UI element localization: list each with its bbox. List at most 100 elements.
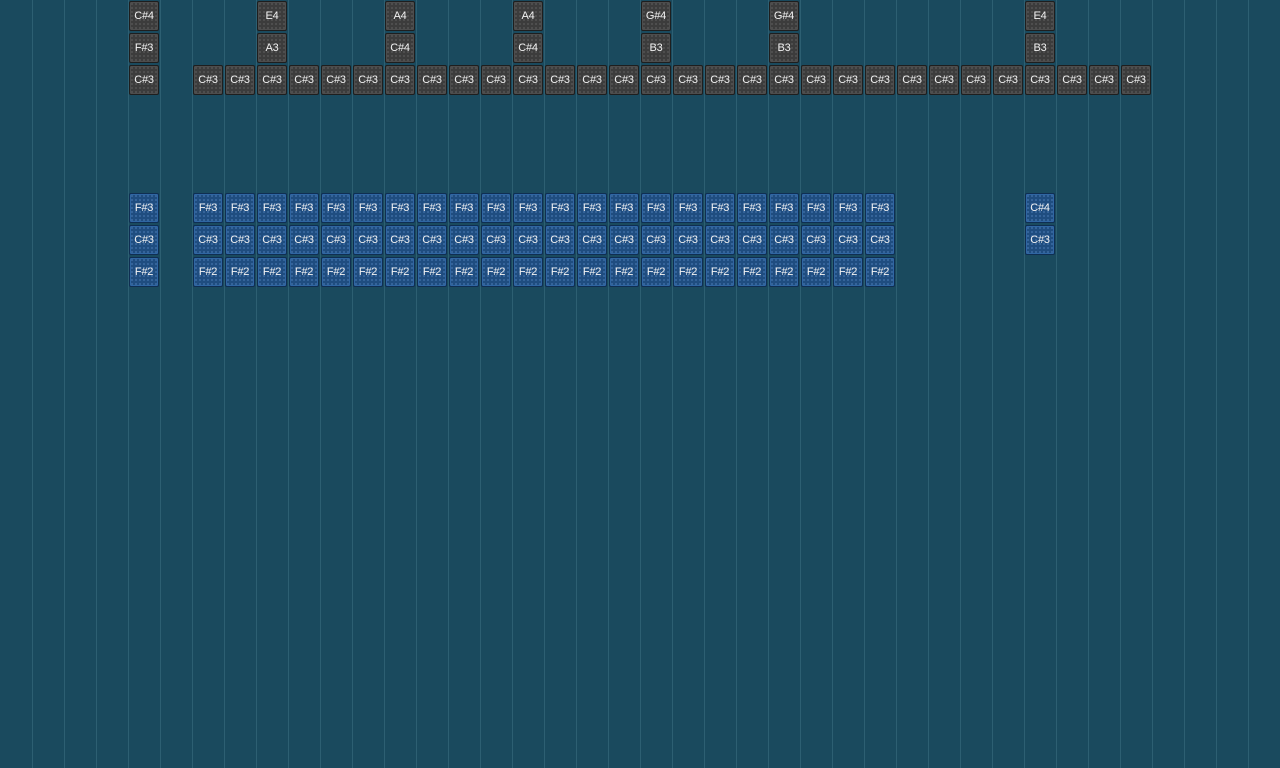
blue-note-block[interactable]: C#3: [225, 225, 255, 255]
blue-note-block[interactable]: C#3: [545, 225, 575, 255]
blue-note-block[interactable]: F#2: [225, 257, 255, 287]
blue-note-block[interactable]: C#3: [481, 225, 511, 255]
gray-note-block[interactable]: C#3: [673, 65, 703, 95]
blue-note-block[interactable]: F#2: [577, 257, 607, 287]
blue-note-block[interactable]: C#3: [513, 225, 543, 255]
blue-note-block[interactable]: C#3: [609, 225, 639, 255]
blue-note-block[interactable]: C#3: [1025, 225, 1055, 255]
blue-note-block[interactable]: F#3: [417, 193, 447, 223]
gray-note-block[interactable]: C#3: [577, 65, 607, 95]
blue-note-block[interactable]: F#3: [705, 193, 735, 223]
blue-note-block[interactable]: C#3: [385, 225, 415, 255]
gray-note-block[interactable]: C#3: [353, 65, 383, 95]
gray-note-block[interactable]: C#3: [897, 65, 927, 95]
blue-note-block[interactable]: F#2: [193, 257, 223, 287]
gray-note-block[interactable]: C#3: [609, 65, 639, 95]
gray-note-block[interactable]: C#3: [257, 65, 287, 95]
gray-note-block[interactable]: C#3: [641, 65, 671, 95]
blue-note-block[interactable]: F#2: [641, 257, 671, 287]
gray-note-block[interactable]: C#3: [961, 65, 991, 95]
blue-note-block[interactable]: C#3: [641, 225, 671, 255]
blue-note-block[interactable]: F#2: [769, 257, 799, 287]
gray-note-block[interactable]: C#3: [129, 65, 159, 95]
gray-note-block[interactable]: C#3: [769, 65, 799, 95]
gray-note-block[interactable]: C#3: [417, 65, 447, 95]
blue-note-block[interactable]: F#2: [129, 257, 159, 287]
gray-note-block[interactable]: C#3: [737, 65, 767, 95]
blue-note-block[interactable]: F#3: [609, 193, 639, 223]
blue-note-block[interactable]: F#2: [289, 257, 319, 287]
gray-note-block[interactable]: C#3: [289, 65, 319, 95]
blue-note-block[interactable]: F#3: [193, 193, 223, 223]
blue-note-block[interactable]: F#2: [321, 257, 351, 287]
blue-note-block[interactable]: F#2: [481, 257, 511, 287]
blue-note-block[interactable]: F#3: [673, 193, 703, 223]
blue-note-block[interactable]: C#3: [577, 225, 607, 255]
gray-note-block[interactable]: C#3: [1121, 65, 1151, 95]
blue-note-block[interactable]: F#2: [865, 257, 895, 287]
blue-note-block[interactable]: F#2: [609, 257, 639, 287]
gray-note-block[interactable]: B3: [641, 33, 671, 63]
gray-note-block[interactable]: C#3: [449, 65, 479, 95]
gray-note-block[interactable]: C#4: [385, 33, 415, 63]
blue-note-block[interactable]: F#3: [449, 193, 479, 223]
gray-note-block[interactable]: C#3: [993, 65, 1023, 95]
blue-note-block[interactable]: C#3: [417, 225, 447, 255]
blue-note-block[interactable]: F#2: [545, 257, 575, 287]
gray-note-block[interactable]: G#4: [641, 1, 671, 31]
blue-note-block[interactable]: F#3: [289, 193, 319, 223]
blue-note-block[interactable]: F#3: [481, 193, 511, 223]
gray-note-block[interactable]: C#3: [385, 65, 415, 95]
blue-note-block[interactable]: F#2: [737, 257, 767, 287]
blue-note-block[interactable]: F#3: [641, 193, 671, 223]
blue-note-block[interactable]: C#3: [193, 225, 223, 255]
blue-note-block[interactable]: F#2: [417, 257, 447, 287]
gray-note-block[interactable]: F#3: [129, 33, 159, 63]
blue-note-block[interactable]: C#3: [865, 225, 895, 255]
sequencer-grid[interactable]: C#4 E4 A4 A4 G#4 G#4 E4 F#3 A3 C#4 C#4 B3 B3 B3 C#3 C#3…: [0, 0, 1280, 768]
blue-note-block[interactable]: F#2: [385, 257, 415, 287]
gray-note-block[interactable]: C#3: [929, 65, 959, 95]
gray-note-block[interactable]: C#3: [193, 65, 223, 95]
blue-note-block[interactable]: F#3: [321, 193, 351, 223]
blue-note-block[interactable]: F#3: [513, 193, 543, 223]
blue-note-block[interactable]: F#3: [225, 193, 255, 223]
gray-note-block[interactable]: C#3: [481, 65, 511, 95]
blue-note-block[interactable]: F#2: [449, 257, 479, 287]
gray-note-block[interactable]: C#3: [1025, 65, 1055, 95]
gray-note-block[interactable]: C#3: [833, 65, 863, 95]
blue-note-block[interactable]: F#3: [129, 193, 159, 223]
blue-note-block[interactable]: C#3: [321, 225, 351, 255]
gray-note-block[interactable]: B3: [769, 33, 799, 63]
blue-note-block[interactable]: C#3: [257, 225, 287, 255]
blue-note-block[interactable]: C#3: [289, 225, 319, 255]
blue-note-block[interactable]: F#2: [705, 257, 735, 287]
blue-note-block[interactable]: C#3: [449, 225, 479, 255]
blue-note-block[interactable]: F#3: [865, 193, 895, 223]
gray-note-block[interactable]: C#3: [1057, 65, 1087, 95]
blue-note-block[interactable]: C#3: [801, 225, 831, 255]
blue-note-block[interactable]: C#3: [353, 225, 383, 255]
blue-note-block[interactable]: F#2: [833, 257, 863, 287]
gray-note-block[interactable]: A4: [385, 1, 415, 31]
gray-note-block[interactable]: G#4: [769, 1, 799, 31]
blue-note-block[interactable]: F#3: [737, 193, 767, 223]
blue-note-block[interactable]: F#2: [353, 257, 383, 287]
blue-note-block[interactable]: C#4: [1025, 193, 1055, 223]
gray-note-block[interactable]: B3: [1025, 33, 1055, 63]
blue-note-block[interactable]: F#3: [801, 193, 831, 223]
blue-note-block[interactable]: C#3: [129, 225, 159, 255]
blue-note-block[interactable]: F#2: [673, 257, 703, 287]
blue-note-block[interactable]: F#3: [769, 193, 799, 223]
gray-note-block[interactable]: C#3: [801, 65, 831, 95]
blue-note-block[interactable]: F#2: [801, 257, 831, 287]
gray-note-block[interactable]: C#4: [513, 33, 543, 63]
gray-note-block[interactable]: C#3: [225, 65, 255, 95]
gray-note-block[interactable]: C#3: [321, 65, 351, 95]
gray-note-block[interactable]: E4: [257, 1, 287, 31]
gray-note-block[interactable]: A3: [257, 33, 287, 63]
blue-note-block[interactable]: F#2: [257, 257, 287, 287]
blue-note-block[interactable]: C#3: [833, 225, 863, 255]
blue-note-block[interactable]: F#3: [257, 193, 287, 223]
gray-note-block[interactable]: E4: [1025, 1, 1055, 31]
